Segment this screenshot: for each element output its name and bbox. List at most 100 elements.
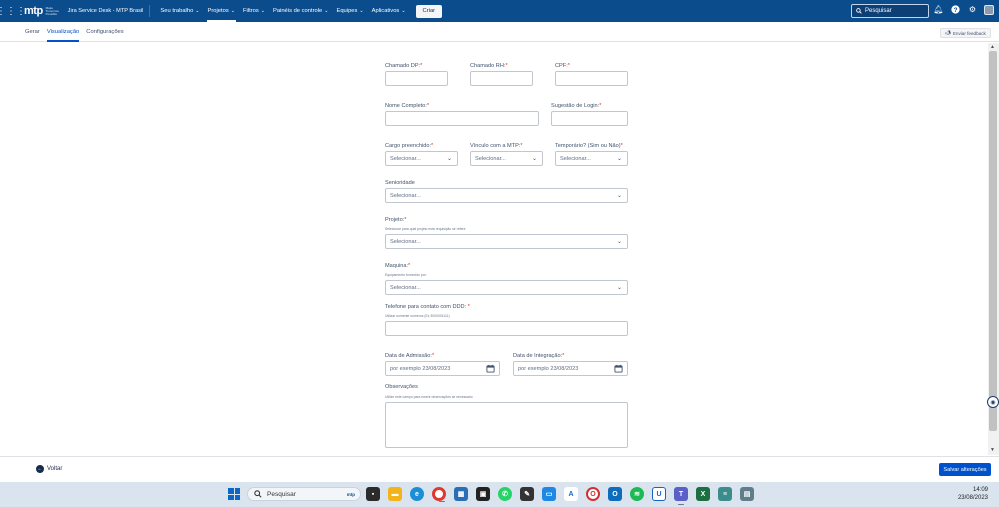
arrow-left-icon: ← [36,465,44,473]
label-data-admissao: Data de Admissão:* [385,353,435,359]
chamado-dp-field[interactable] [385,71,448,86]
telefone-help-text: Utilizar somente numeros (Ex 3000001111) [385,314,450,318]
app-switcher-icon[interactable]: ⋮⋮⋮ [0,0,26,22]
nav-label: Aplicativos [371,8,400,14]
edge-browser-icon[interactable]: e [410,487,424,501]
chamado-rh-field[interactable] [470,71,533,86]
system-clock[interactable]: 14:09 23/08/2023 [948,486,988,502]
terminal-icon[interactable]: ▣ [476,487,490,501]
nav-seu-trabalho[interactable]: Seu trabalho ⌄ [156,0,203,22]
nav-aplicativos[interactable]: Aplicativos ⌄ [368,0,410,22]
data-integracao-field[interactable]: por exemplo 23/08/2023 [513,361,628,376]
top-navigation: ⋮⋮⋮ mtp Make Tomorrow Possible Jira Serv… [0,0,999,22]
tab-visualizacao[interactable]: Visualização [46,22,80,42]
back-button[interactable]: ← Voltar [36,465,62,473]
observacoes-textarea[interactable] [385,402,628,448]
avatar[interactable] [984,4,994,15]
chevron-down-icon: ⌄ [324,8,329,14]
cargo-select[interactable]: Selecionar... ⌄ [385,151,458,166]
remote-desktop-icon[interactable]: ▭ [542,487,556,501]
telefone-field[interactable] [385,321,628,336]
select-placeholder: Selecionar... [390,284,421,291]
label-projeto: Projeto:* [385,217,407,223]
opera-icon[interactable]: O [586,487,600,501]
label-maquina: Maquina:* [385,263,411,269]
clock-date: 23/08/2023 [957,495,988,501]
database-app-icon[interactable]: ≡ [718,487,732,501]
calendar-icon[interactable] [486,364,495,373]
vinculo-select[interactable]: Selecionar... ⌄ [470,151,543,166]
label-data-integracao: Data de Integração:* [513,353,565,359]
label-chamado-dp: Chamado DP:* [385,63,423,69]
observacoes-help-text: Utilize este campo para inserir observaç… [385,395,473,399]
taskbar-search[interactable]: Pesquisar mtp [247,487,361,501]
tab-configuracoes[interactable]: Configurações [86,22,123,42]
label-vinculo: Vínculo com a MTP:* [470,143,523,149]
settings-gear-icon[interactable]: ⚙ [967,4,978,15]
spotify-icon[interactable]: ≋ [630,487,644,501]
temporario-select[interactable]: Selecionar... ⌄ [555,151,628,166]
help-icon[interactable]: ? [950,4,961,15]
create-button[interactable]: Criar [415,4,443,18]
label-nome-completo: Nome Completo:* [385,103,430,109]
logo-subtitle: Make Tomorrow Possible [45,5,59,16]
nome-completo-field[interactable] [385,111,539,126]
windows-taskbar: Pesquisar mtp ▪ ▬ e ▦ ▣ ✆ ✎ ▭ A O O ≋ U … [0,482,999,507]
scroll-down-arrow-icon[interactable]: ▼ [990,447,995,453]
shield-app-icon[interactable]: U [652,487,666,501]
save-changes-button[interactable]: Salvar alterações [939,463,991,476]
label-chamado-rh: Chamado RH:* [470,63,508,69]
sugestao-login-field[interactable] [551,111,628,126]
chevron-down-icon: ⌄ [359,8,364,14]
nav-filtros[interactable]: Filtros ⌄ [239,0,269,22]
nav-paineis[interactable]: Painéis de controle ⌄ [269,0,333,22]
label-temporario: Temporário? (Sim ou Não)* [555,143,623,149]
sticky-notes-icon[interactable]: ✎ [520,487,534,501]
chevron-down-icon: ⌄ [616,193,622,199]
store-icon[interactable]: ▦ [454,487,468,501]
megaphone-icon: 📣︎ [945,30,951,35]
app-title[interactable]: Jira Service Desk - MTP Brasil [68,8,144,14]
nav-label: Equipes [336,8,358,14]
excel-icon[interactable]: X [696,487,710,501]
label-observacoes: Observações [385,384,418,390]
calculator-icon[interactable]: ▤ [740,487,754,501]
scroll-up-arrow-icon[interactable]: ▲ [990,44,995,50]
notifications-bell-icon[interactable]: 🔔︎ [933,4,944,15]
chevron-down-icon: ⌄ [401,8,406,14]
nav-label: Filtros [242,8,259,14]
azure-icon[interactable]: A [564,487,578,501]
chevron-down-icon: ⌄ [616,156,622,162]
whatsapp-icon[interactable]: ✆ [498,487,512,501]
calendar-icon[interactable] [614,364,623,373]
nav-label: Projetos [207,8,229,14]
page-scrollbar[interactable]: ▲ ▼ [988,43,999,455]
nav-divider [149,5,151,17]
senioridade-select[interactable]: Selecionar... ⌄ [385,188,628,203]
select-placeholder: Selecionar... [475,155,506,162]
mtp-logo[interactable]: mtp Make Tomorrow Possible [24,5,60,17]
label-cargo: Cargo preenchido:* [385,143,434,149]
projeto-select[interactable]: Selecionar... ⌄ [385,234,628,249]
file-explorer-icon[interactable]: ▬ [388,487,402,501]
nav-projetos[interactable]: Projetos ⌄ [204,0,239,22]
search-input[interactable]: Pesquisar [851,4,929,18]
search-placeholder: Pesquisar [865,8,892,14]
windows-start-icon[interactable] [228,488,240,500]
teams-icon[interactable]: T [674,487,688,505]
cpf-field[interactable] [555,71,628,86]
date-placeholder: por exemplo 23/08/2023 [390,365,451,372]
nav-equipes[interactable]: Equipes ⌄ [332,0,367,22]
task-view-icon[interactable]: ▪ [366,487,380,501]
chrome-browser-icon[interactable] [432,487,446,502]
assistant-widget-icon[interactable]: ◉ [987,396,999,408]
form-footer: ← Voltar Salvar alterações [0,456,999,482]
maquina-select[interactable]: Selecionar... ⌄ [385,280,628,295]
send-feedback-button[interactable]: 📣︎ Enviar feedback [940,28,991,38]
tab-gerar[interactable]: Gerar [25,22,40,42]
date-placeholder: por exemplo 23/08/2023 [518,365,579,372]
outlook-icon[interactable]: O [608,487,622,501]
scroll-thumb[interactable] [989,51,997,431]
data-admissao-field[interactable]: por exemplo 23/08/2023 [385,361,500,376]
taskbar-search-brand: mtp [346,491,355,497]
